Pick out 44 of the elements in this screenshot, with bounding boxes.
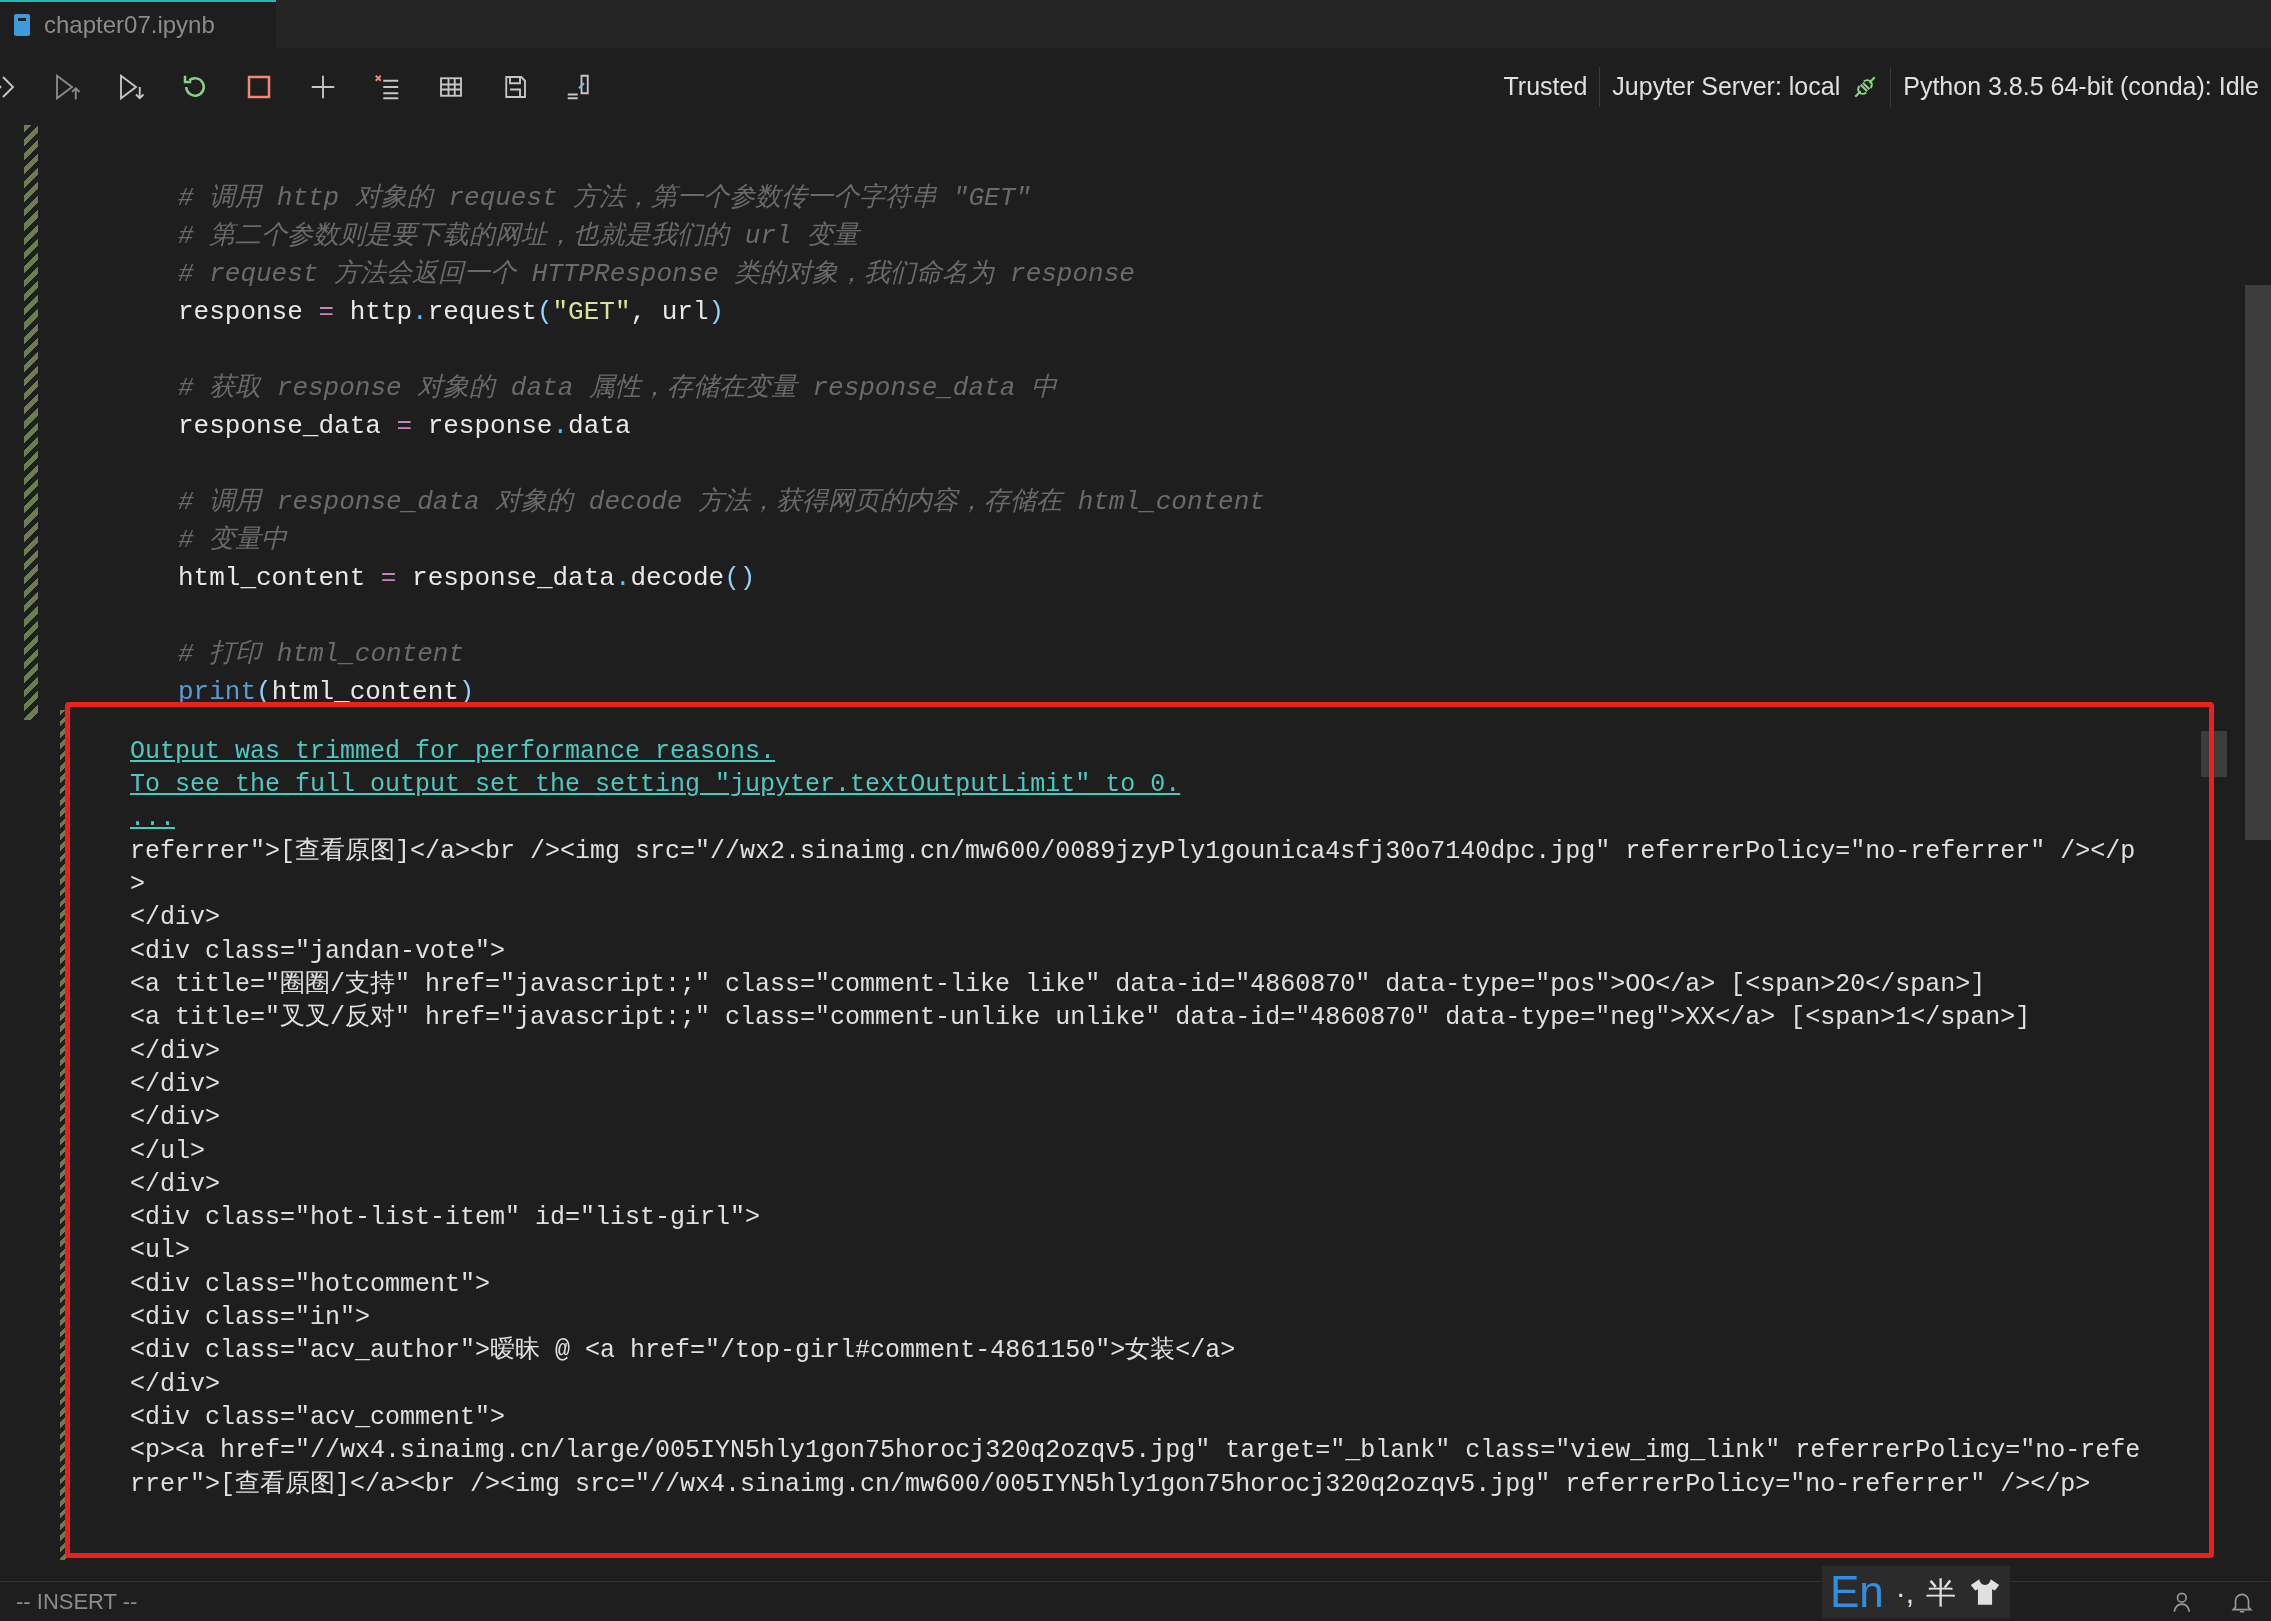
output-line: <p><a href="//wx4.sinaimg.cn/large/005IYN5hly1gon75horocj320q2ozqv5.jpg" target="_blank" class="view_img_link" referrerPolicy="no-refe	[130, 1435, 2141, 1468]
code-line: html_content = response_data.decode()	[178, 562, 757, 595]
output-line: <div class="in">	[130, 1302, 372, 1335]
output-line: </div>	[130, 1102, 221, 1135]
output-line: </div>	[130, 1035, 221, 1068]
code-comment: # 调用 http 对象的 request 方法，第一个参数传一个字符串 "GET"	[178, 182, 1032, 215]
output-line: </div>	[130, 1068, 221, 1101]
ime-toolbar[interactable]: En ·, 半	[1822, 1566, 2011, 1618]
output-line: </div>	[130, 1368, 221, 1401]
output-line: <div class="jandan-vote">	[130, 935, 507, 968]
code-comment: # 打印 html_content	[178, 638, 466, 671]
code-comment: # request 方法会返回一个 HTTPResponse 类的对象，我们命名为 response	[178, 258, 1136, 291]
output-line: </div>	[130, 1168, 221, 1201]
output-line: >	[130, 869, 146, 902]
code-comment: # 获取 response 对象的 data 属性，存储在变量 response_data 中	[178, 372, 1059, 405]
ime-punctuation[interactable]: ·,	[1895, 1569, 1915, 1615]
scrollbar-thumb[interactable]	[2245, 285, 2271, 840]
output-notice-link[interactable]: ...	[130, 803, 175, 833]
ime-language[interactable]: En	[1830, 1570, 1884, 1614]
vim-mode-status: -- INSERT --	[16, 1588, 138, 1616]
notebook-tab[interactable]: chapter07.ipynb	[0, 0, 276, 48]
output-line: <div class="hotcomment">	[130, 1268, 492, 1301]
code-comment: # 调用 response_data 对象的 decode 方法，获得网页的内容，存储在 html_content	[178, 486, 1265, 519]
output-line: <div class="acv_comment">	[130, 1401, 507, 1434]
output-line: <a title="叉叉/反对" href="javascript:;" class="comment-unlike unlike" data-id="4860870" data-type="neg">XX</a> [<span>1</span>]	[130, 1002, 2032, 1035]
code-line: response_data = response.data	[178, 410, 632, 443]
output-line: <div class="hot-list-item" id="list-girl">	[130, 1202, 762, 1235]
output-notice-link[interactable]: To see the full output set the setting "jupyter.textOutputLimit" to 0.	[130, 770, 1181, 800]
output-line: </div>	[130, 902, 221, 935]
server-status[interactable]: Jupyter Server: local	[1600, 67, 1853, 106]
code-line: response = http.request("GET", url)	[178, 296, 726, 329]
output-line: <div class="acv_author">暧昧 @ <a href="/top-girl#comment-4861150">女装</a>	[130, 1335, 1237, 1368]
output-notice-link[interactable]: Output was trimmed for performance reasons.	[130, 737, 776, 766]
notebook-icon	[12, 13, 32, 37]
ime-width[interactable]: 半	[1926, 1569, 1957, 1615]
code-comment: # 第二个参数则是要下载的网址，也就是我们的 url 变量	[178, 220, 862, 253]
output-line: rrer">[查看原图]</a><br /><img src="//wx4.sinaimg.cn/mw600/005IYN5hly1gon75horocj320q2ozqv5.jpg" referrerPolicy="no-referrer" /></p>	[130, 1468, 2092, 1501]
output-line: <a title="圈圈/支持" href="javascript:;" class="comment-like like" data-id="4860870" data-type="pos">OO</a> [<span>20</span>]	[130, 969, 1987, 1002]
kernel-status[interactable]: Python 3.8.5 64-bit (conda): Idle	[1891, 67, 2259, 106]
code-comment: # 变量中	[178, 524, 289, 557]
output-line: </ul>	[130, 1135, 206, 1168]
trusted-status[interactable]: Trusted	[1491, 67, 1600, 106]
output-line: referrer">[查看原图]</a><br /><img src="//wx2.sinaimg.cn/mw600/0089jzyPly1gounica4sfj30o7140dpc.jpg" referrerPolicy="no-referrer" /></p	[130, 835, 2137, 868]
output-line: <ul>	[130, 1235, 191, 1268]
